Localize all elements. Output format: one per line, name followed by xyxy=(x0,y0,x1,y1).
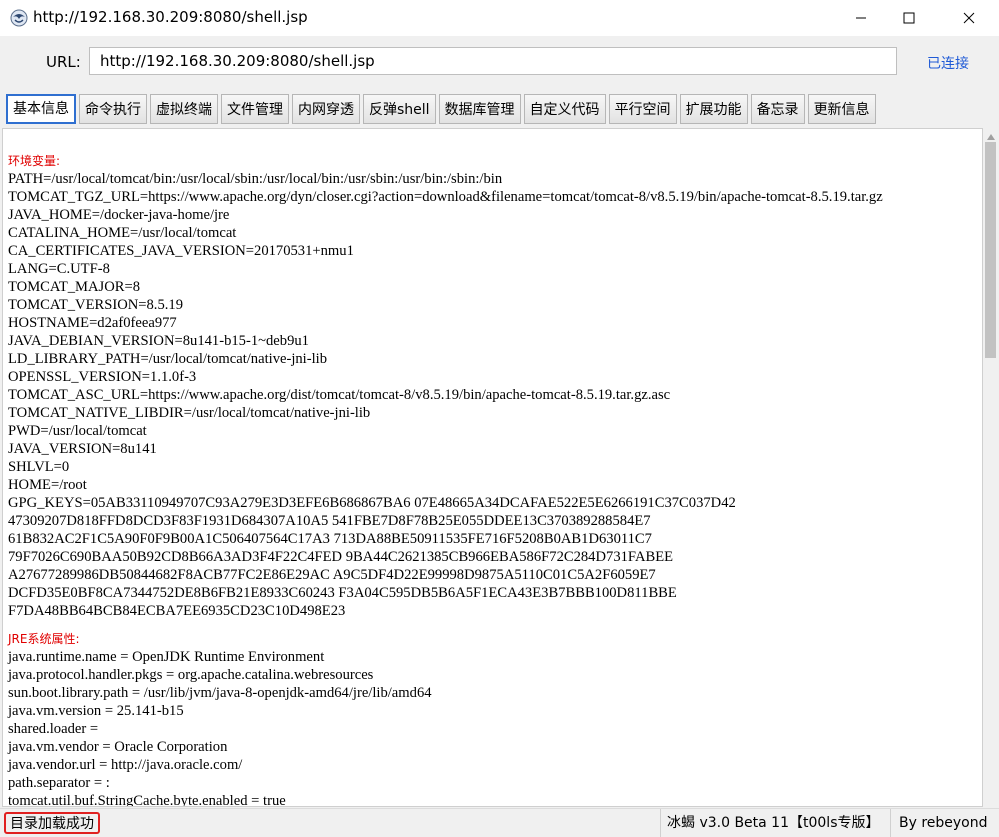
info-panel[interactable]: 环境变量: PATH=/usr/local/tomcat/bin:/usr/lo… xyxy=(2,128,983,807)
window-title: http://192.168.30.209:8080/shell.jsp xyxy=(33,8,308,26)
jre-line: path.separator = : xyxy=(8,775,110,791)
env-line: OPENSSL_VERSION=1.1.0f-3 xyxy=(8,369,197,385)
env-line: PATH=/usr/local/tomcat/bin:/usr/local/sb… xyxy=(8,171,503,187)
env-line: TOMCAT_NATIVE_LIBDIR=/usr/local/tomcat/n… xyxy=(8,405,371,421)
close-button[interactable] xyxy=(946,0,992,36)
tab-reverse-shell[interactable]: 反弹shell xyxy=(363,94,436,124)
scrollbar-thumb[interactable] xyxy=(985,142,996,358)
env-line: 79F7026C690BAA50B92CD8B66A3AD3F4F22C4FED… xyxy=(8,549,674,565)
jre-line: java.protocol.handler.pkgs = org.apache.… xyxy=(8,667,374,683)
env-line: HOME=/root xyxy=(8,477,87,493)
env-line: 47309207D818FFD8DCD3F83F1931D684307A10A5… xyxy=(8,513,651,529)
jre-section-title: JRE系统属性: xyxy=(8,632,80,646)
env-line: GPG_KEYS=05AB33110949707C93A279E3D3EFE6B… xyxy=(8,495,736,511)
tab-file-manager[interactable]: 文件管理 xyxy=(221,94,289,124)
env-line: TOMCAT_ASC_URL=https://www.apache.org/di… xyxy=(8,387,671,403)
env-line: JAVA_VERSION=8u141 xyxy=(8,441,157,457)
env-line: F7DA48BB64BCB84ECBA7EE6935CD23C10D498E23 xyxy=(8,603,346,619)
env-line: DCFD35E0BF8CA7344752DE8B6FB21E8933C60243… xyxy=(8,585,677,601)
jre-line: java.vm.version = 25.141-b15 xyxy=(8,703,184,719)
status-message: 目录加载成功 xyxy=(4,812,100,834)
env-line: TOMCAT_MAJOR=8 xyxy=(8,279,141,295)
env-line: LD_LIBRARY_PATH=/usr/local/tomcat/native… xyxy=(8,351,327,367)
env-line: A27677289986DB50844682F8ACB77FC2E86E29AC… xyxy=(8,567,656,583)
tab-virtual-terminal[interactable]: 虚拟终端 xyxy=(150,94,218,124)
maximize-icon xyxy=(903,12,915,24)
jre-line: java.vendor.url = http://java.oracle.com… xyxy=(8,757,243,773)
tab-database-manager[interactable]: 数据库管理 xyxy=(438,94,521,124)
app-logo-icon xyxy=(10,9,28,27)
env-line: PWD=/usr/local/tomcat xyxy=(8,423,147,439)
jre-line: tomcat.util.buf.StringCache.byte.enabled… xyxy=(8,793,286,807)
tab-memo[interactable]: 备忘录 xyxy=(750,94,805,124)
tab-update-info[interactable]: 更新信息 xyxy=(807,94,876,124)
tab-extensions[interactable]: 扩展功能 xyxy=(679,94,748,124)
scroll-up-arrow-icon[interactable] xyxy=(987,134,995,140)
env-line: SHLVL=0 xyxy=(8,459,70,475)
env-line: CA_CERTIFICATES_JAVA_VERSION=20170531+nm… xyxy=(8,243,354,259)
env-line: TOMCAT_TGZ_URL=https://www.apache.org/dy… xyxy=(8,189,883,205)
minimize-icon xyxy=(856,17,866,19)
env-line: 61B832AC2F1C5A90F0F9B00A1C506407564C17A3… xyxy=(8,531,652,547)
jre-line: java.runtime.name = OpenJDK Runtime Envi… xyxy=(8,649,325,665)
env-line: LANG=C.UTF-8 xyxy=(8,261,110,277)
jre-line: java.vm.vendor = Oracle Corporation xyxy=(8,739,228,755)
url-input[interactable] xyxy=(89,47,897,75)
maximize-button[interactable] xyxy=(886,0,932,36)
env-section-title: 环境变量: xyxy=(8,154,61,168)
env-line: HOSTNAME=d2af0feea977 xyxy=(8,315,177,331)
tab-basic-info[interactable]: 基本信息 xyxy=(6,94,76,124)
title-bar: http://192.168.30.209:8080/shell.jsp xyxy=(0,0,999,36)
minimize-button[interactable] xyxy=(838,0,884,36)
tab-command-exec[interactable]: 命令执行 xyxy=(79,94,147,124)
tab-bar: 基本信息 命令执行 虚拟终端 文件管理 内网穿透 反弹shell 数据库管理 自… xyxy=(6,94,879,126)
tab-parallel-space[interactable]: 平行空间 xyxy=(608,94,677,124)
tab-custom-code[interactable]: 自定义代码 xyxy=(523,94,606,124)
version-label: 冰蝎 v3.0 Beta 11【t00ls专版】 xyxy=(660,809,880,837)
connection-status[interactable]: 已连接 xyxy=(927,53,969,73)
url-label: URL: xyxy=(46,53,81,71)
jre-line: shared.loader = xyxy=(8,721,99,737)
env-line: JAVA_HOME=/docker-java-home/jre xyxy=(8,207,230,223)
env-line: JAVA_DEBIAN_VERSION=8u141-b15-1~deb9u1 xyxy=(8,333,309,349)
vertical-scrollbar[interactable] xyxy=(983,128,999,807)
env-line: CATALINA_HOME=/usr/local/tomcat xyxy=(8,225,237,241)
env-line: TOMCAT_VERSION=8.5.19 xyxy=(8,297,183,313)
jre-line: sun.boot.library.path = /usr/lib/jvm/jav… xyxy=(8,685,432,701)
status-bar: 目录加载成功 冰蝎 v3.0 Beta 11【t00ls专版】 By rebey… xyxy=(0,808,999,837)
url-bar: URL: 已连接 xyxy=(0,36,999,88)
close-icon xyxy=(963,12,975,24)
author-label: By rebeyond xyxy=(890,809,988,837)
tab-intranet-tunnel[interactable]: 内网穿透 xyxy=(292,94,360,124)
